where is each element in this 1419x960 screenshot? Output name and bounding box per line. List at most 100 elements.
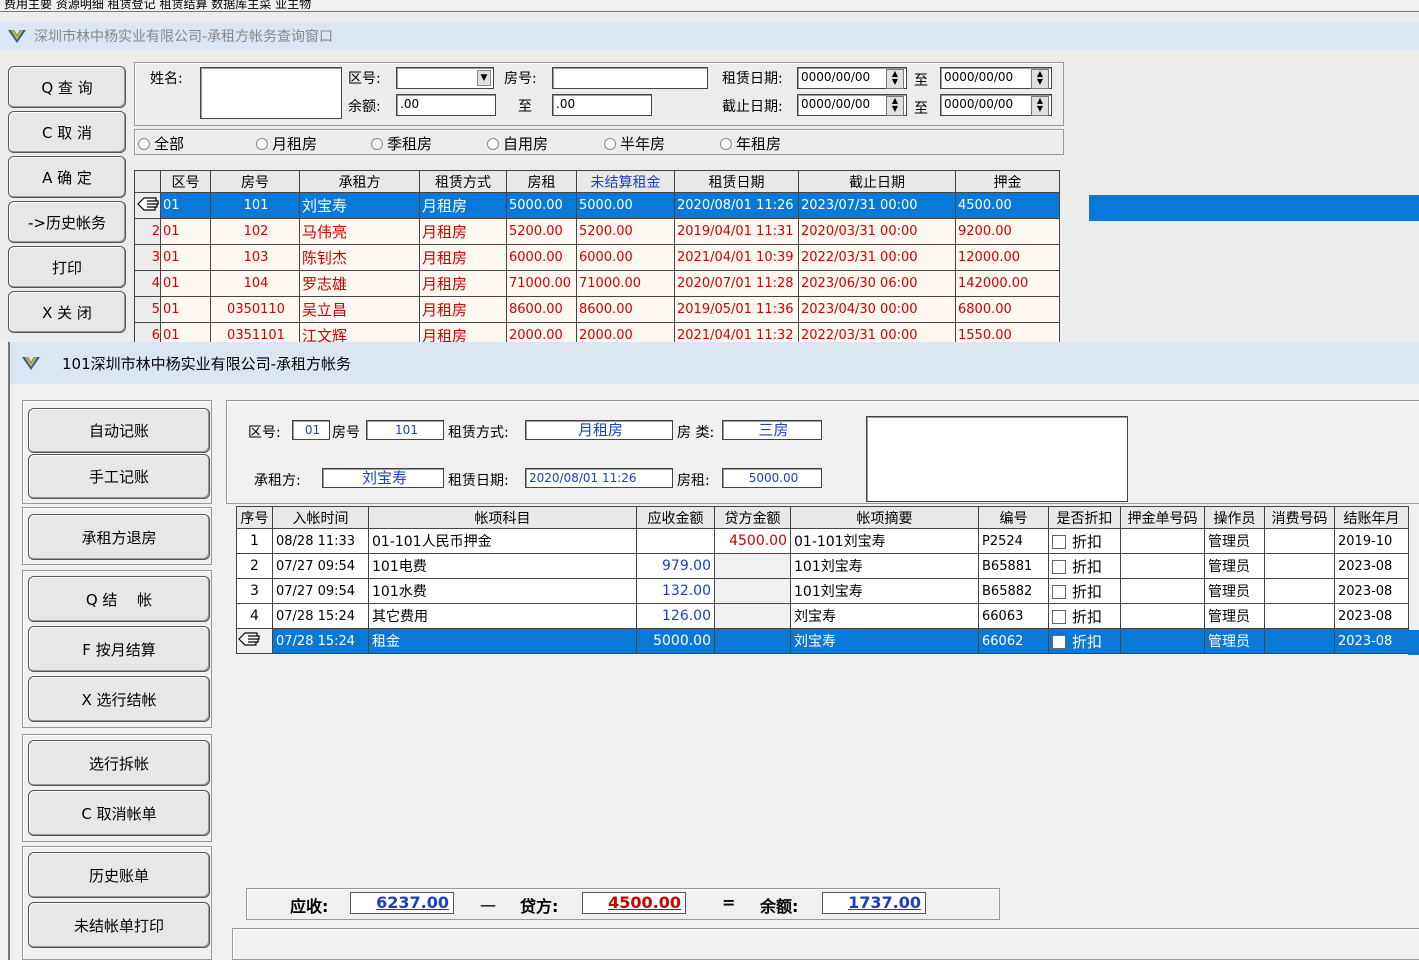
history-button[interactable]: ->历史帐务 xyxy=(8,201,126,243)
cell-discount[interactable]: 折扣 xyxy=(1048,603,1121,629)
radio-self-use[interactable]: 自用房 xyxy=(487,133,548,154)
col-header[interactable]: 承租方 xyxy=(299,170,420,193)
table-row[interactable]: 4 01 104 罗志雄 月租房 71000.00 71000.00 2020/07/01 1… xyxy=(134,270,1060,297)
cell-consume xyxy=(1264,528,1335,554)
col-header[interactable]: 押金 xyxy=(955,170,1060,193)
col-header[interactable]: 入帐时间 xyxy=(272,506,369,529)
checkout-button[interactable]: 承租方退房 xyxy=(28,514,210,560)
table-row[interactable]: 3 01 103 陈钊杰 月租房 6000.00 6000.00 2021/04/01 10:… xyxy=(134,244,1060,271)
row-indicator[interactable]: 2 xyxy=(134,218,161,245)
col-header[interactable]: 应收金额 xyxy=(636,506,715,529)
room-label: 房号 xyxy=(332,425,360,441)
table-row[interactable]: 1 08/28 11:33 01-101人民币押金 4500.00 01-101刘宝寿 P… xyxy=(236,528,1409,554)
manual-entry-button[interactable]: 手工记账 xyxy=(28,454,210,499)
discount-checkbox[interactable] xyxy=(1052,560,1066,574)
tenant-table[interactable]: 区号 房号 承租方 租赁方式 房租 未结算租金 租赁日期 截止日期 押金 01 1… xyxy=(134,170,1060,342)
auto-entry-button[interactable]: 自动记账 xyxy=(28,408,210,453)
cell-no: 1 xyxy=(236,528,273,554)
table-row[interactable]: 5 01 0350110 吴立昌 月租房 8600.00 8600.00 2019/05/01… xyxy=(134,296,1060,323)
col-header[interactable]: 房号 xyxy=(210,170,300,193)
history-bill-button[interactable]: 历史账单 xyxy=(28,852,210,898)
close-button[interactable]: X 关 闭 xyxy=(8,291,126,333)
radio-monthly[interactable]: 月租房 xyxy=(256,133,317,154)
discount-checkbox[interactable] xyxy=(1052,535,1066,549)
table-row[interactable]: 4 07/28 15:24 其它费用 126.00 刘宝寿 66063 折扣 管理员 2023-… xyxy=(236,603,1409,629)
selected-settle-button[interactable]: X 选行结帐 xyxy=(28,676,210,722)
col-header[interactable]: 押金单号码 xyxy=(1120,506,1205,529)
cell-discount[interactable]: 折扣 xyxy=(1048,578,1121,604)
row-indicator[interactable]: 3 xyxy=(134,244,161,271)
radio-quarterly[interactable]: 季租房 xyxy=(371,133,432,154)
settle-button[interactable]: Q 结 帐 xyxy=(28,576,210,622)
table-row[interactable]: 2 07/27 09:54 101电费 979.00 101刘宝寿 B65881 折扣 管理员… xyxy=(236,553,1409,579)
cell-item: 租金 xyxy=(368,628,637,654)
chevron-down-icon[interactable]: ▼ xyxy=(477,70,491,86)
monthly-settle-button[interactable]: F 按月结算 xyxy=(28,626,210,672)
pointer-hand-icon xyxy=(238,632,260,646)
end-date-from-spinner[interactable]: ▲ ▼ xyxy=(886,96,904,116)
ledger-grid[interactable]: 序号 入帐时间 帐项科目 应收金额 贷方金额 帐项摘要 编号 是否折扣 押金单号码 操作员 消费号码… xyxy=(236,506,1419,880)
discount-checkbox[interactable] xyxy=(1052,635,1066,649)
cell-discount[interactable]: 折扣 xyxy=(1048,528,1121,554)
table-row[interactable]: 2 01 102 马伟亮 月租房 5200.00 5200.00 2019/04/01 11:… xyxy=(134,218,1060,245)
cell-end: 2020/03/31 00:00 xyxy=(798,218,956,245)
col-header[interactable]: 结账年月 xyxy=(1334,506,1409,529)
col-header[interactable]: 区号 xyxy=(160,170,211,193)
balance-label: 余额: xyxy=(348,99,381,115)
cell-discount[interactable]: 折扣 xyxy=(1048,628,1121,654)
confirm-button[interactable]: A 确 定 xyxy=(8,156,126,198)
row-indicator[interactable] xyxy=(134,192,161,219)
radio-all[interactable]: 全部 xyxy=(138,133,184,154)
radio-half-year[interactable]: 半年房 xyxy=(604,133,665,154)
cancel-button[interactable]: C 取 消 xyxy=(8,111,126,153)
tenant-grid[interactable]: 区号 房号 承租方 租赁方式 房租 未结算租金 租赁日期 截止日期 押金 01 1… xyxy=(134,170,1419,342)
row-indicator[interactable]: 5 xyxy=(134,296,161,323)
col-header[interactable]: 贷方金额 xyxy=(714,506,791,529)
end-date-to-spinner[interactable]: ▲ ▼ xyxy=(1031,96,1049,116)
col-header[interactable]: 租赁方式 xyxy=(419,170,507,193)
row-indicator[interactable]: 6 xyxy=(134,322,161,342)
area-select[interactable]: ▼ xyxy=(396,67,494,89)
rent-date-label: 租赁日期: xyxy=(722,71,783,87)
cell-tenant: 罗志雄 xyxy=(299,270,420,297)
rent-date-from-spinner[interactable]: ▲ ▼ xyxy=(886,69,904,89)
col-header[interactable]: 帐项摘要 xyxy=(790,506,979,529)
ledger-table[interactable]: 序号 入帐时间 帐项科目 应收金额 贷方金额 帐项摘要 编号 是否折扣 押金单号码 操作员 消费号码… xyxy=(236,506,1409,654)
name-input[interactable] xyxy=(200,67,342,119)
table-row[interactable]: 6 01 0351101 江文辉 月租房 2000.00 2000.00 2021/04/01… xyxy=(134,322,1060,342)
cell-item: 01-101人民币押金 xyxy=(368,528,637,554)
room-input[interactable] xyxy=(552,67,708,89)
cell-due xyxy=(636,528,715,554)
menu-bar[interactable]: 费用主要 资源明细 租赁登记 租赁结算 数据库主菜 业主物 xyxy=(0,0,1419,12)
name-label: 姓名: xyxy=(150,71,183,87)
col-header[interactable]: 帐项科目 xyxy=(368,506,637,529)
discount-checkbox[interactable] xyxy=(1052,610,1066,624)
radio-yearly[interactable]: 年租房 xyxy=(720,133,781,154)
query-button[interactable]: Q 查 询 xyxy=(8,66,126,108)
col-header[interactable]: 租赁日期 xyxy=(674,170,799,193)
col-header[interactable]: 截止日期 xyxy=(798,170,956,193)
table-row[interactable]: 07/28 15:24 租金 5000.00 刘宝寿 66062 折扣 管理员 2023-08 xyxy=(236,628,1409,654)
row-indicator[interactable]: 4 xyxy=(134,270,161,297)
col-header[interactable]: 序号 xyxy=(236,506,273,529)
balance-to-input[interactable]: .00 xyxy=(552,94,652,116)
table-row[interactable]: 01 101 刘宝寿 月租房 5000.00 5000.00 2020/08/01 11:2… xyxy=(134,192,1060,219)
cell-discount[interactable]: 折扣 xyxy=(1048,553,1121,579)
print-unpaid-button[interactable]: 未结帐单打印 xyxy=(28,902,210,948)
col-header[interactable]: 房租 xyxy=(506,170,577,193)
col-header[interactable]: 操作员 xyxy=(1204,506,1265,529)
cancel-bill-button[interactable]: C 取消帐单 xyxy=(28,790,210,836)
discount-checkbox[interactable] xyxy=(1052,585,1066,599)
table-row[interactable]: 3 07/27 09:54 101水费 132.00 101刘宝寿 B65882 折扣 管理员… xyxy=(236,578,1409,604)
print-button[interactable]: 打印 xyxy=(8,246,126,288)
balance-from-input[interactable]: .00 xyxy=(396,94,496,116)
notes-box[interactable] xyxy=(866,416,1128,502)
cell-rent: 8600.00 xyxy=(506,296,577,323)
col-header[interactable]: 未结算租金 xyxy=(576,170,675,193)
cell-start: 2021/04/01 10:39 xyxy=(674,244,799,271)
rent-date-to-spinner[interactable]: ▲ ▼ xyxy=(1031,69,1049,89)
split-button[interactable]: 选行拆帐 xyxy=(28,740,210,786)
col-header[interactable]: 是否折扣 xyxy=(1048,506,1121,529)
col-header[interactable]: 编号 xyxy=(978,506,1049,529)
col-header[interactable]: 消费号码 xyxy=(1264,506,1335,529)
